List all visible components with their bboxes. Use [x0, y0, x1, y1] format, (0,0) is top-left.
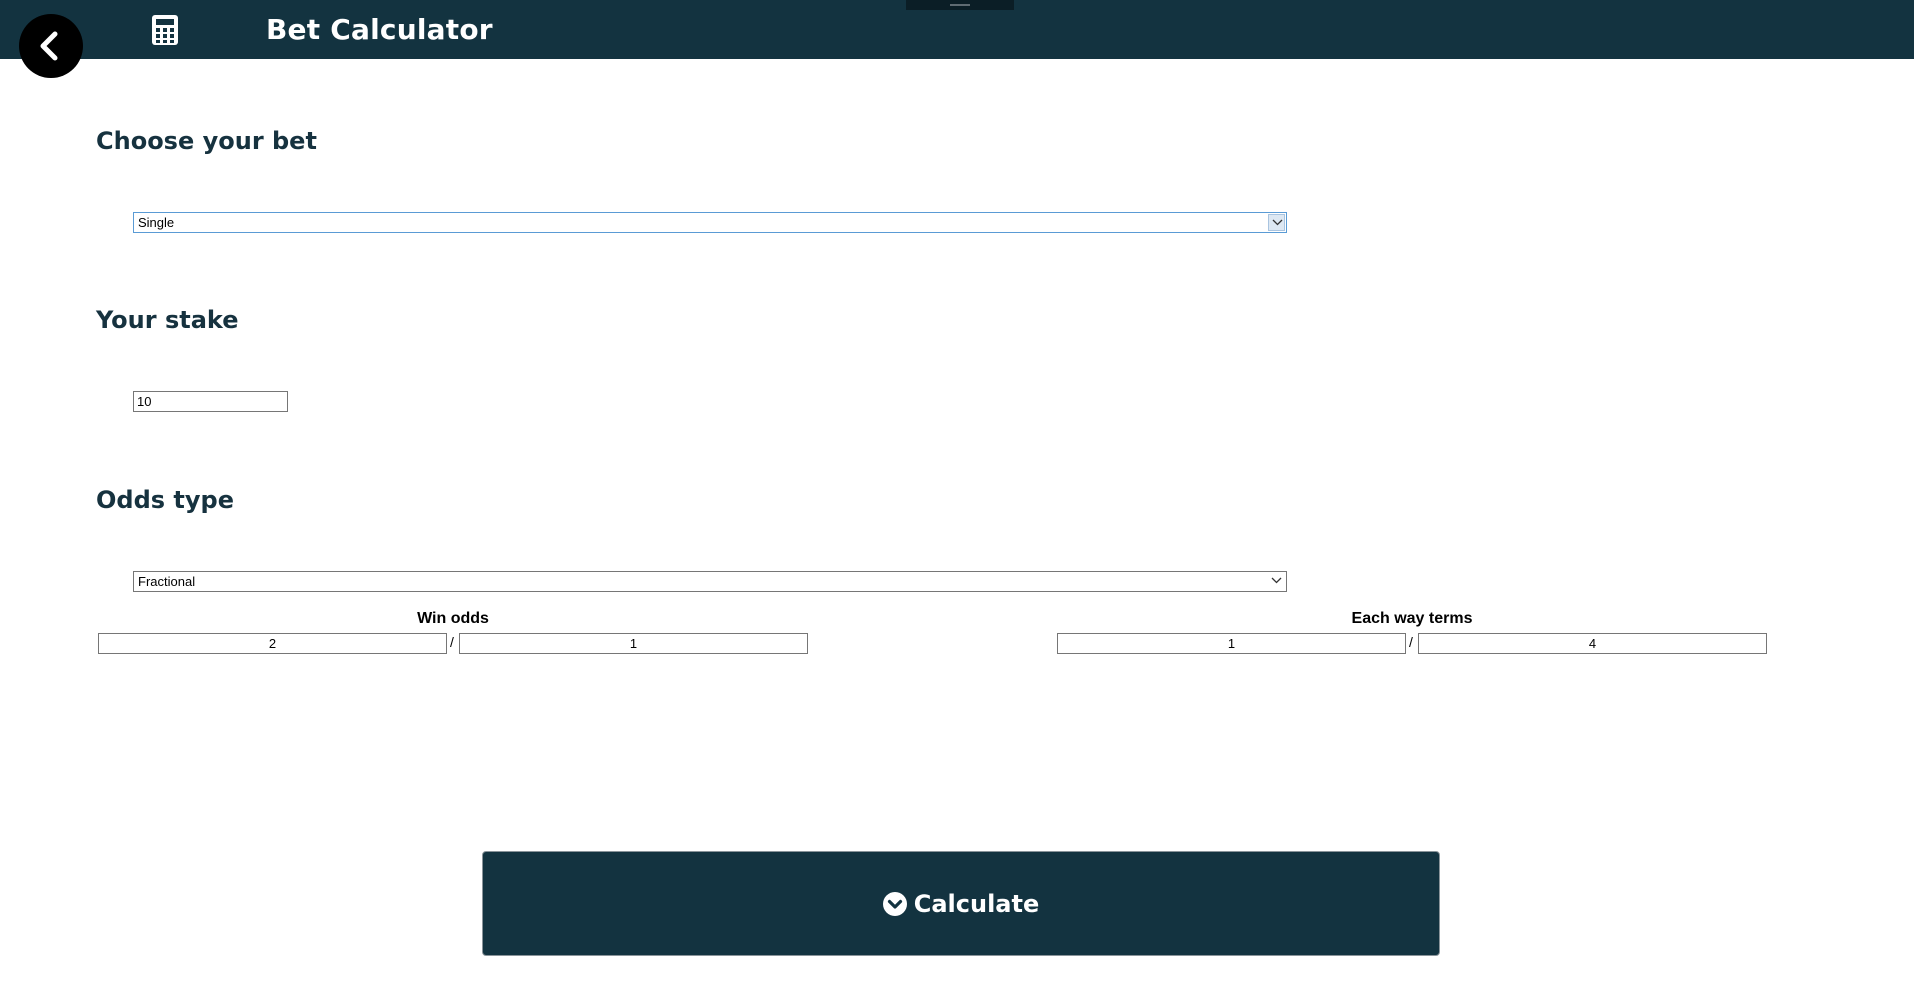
- calculate-button-label: Calculate: [913, 889, 1040, 918]
- win-odds-numerator-input[interactable]: 2: [98, 633, 447, 654]
- app-header: Bet Calculator: [0, 0, 1914, 59]
- bet-type-selected-value: Single: [138, 215, 175, 230]
- stake-input[interactable]: 10: [133, 391, 288, 412]
- chevron-down-icon: [1268, 573, 1285, 590]
- chevron-left-icon: [40, 31, 58, 61]
- win-odds-separator: /: [450, 634, 454, 650]
- drag-handle-line: [950, 4, 970, 6]
- calculator-icon: [150, 14, 180, 46]
- bet-type-select[interactable]: Single: [133, 212, 1287, 233]
- stake-heading: Your stake: [96, 306, 239, 334]
- drag-handle[interactable]: [906, 0, 1014, 10]
- bet-type-heading: Choose your bet: [96, 127, 317, 155]
- win-odds-label: Win odds: [417, 610, 489, 627]
- each-way-terms-label: Each way terms: [1351, 610, 1473, 627]
- chevron-down-circle-icon: [882, 891, 907, 916]
- each-way-denominator-input[interactable]: 4: [1418, 633, 1767, 654]
- calculate-button[interactable]: Calculate: [482, 851, 1440, 956]
- win-odds-denominator-input[interactable]: 1: [459, 633, 808, 654]
- app-title: Bet Calculator: [266, 13, 493, 46]
- odds-type-selected-value: Fractional: [138, 574, 196, 589]
- chevron-down-icon: [1268, 214, 1285, 231]
- each-way-numerator-input[interactable]: 1: [1057, 633, 1406, 654]
- each-way-separator: /: [1409, 634, 1413, 650]
- back-button[interactable]: [19, 14, 83, 78]
- odds-type-heading: Odds type: [96, 486, 234, 514]
- odds-type-select[interactable]: Fractional: [133, 571, 1287, 592]
